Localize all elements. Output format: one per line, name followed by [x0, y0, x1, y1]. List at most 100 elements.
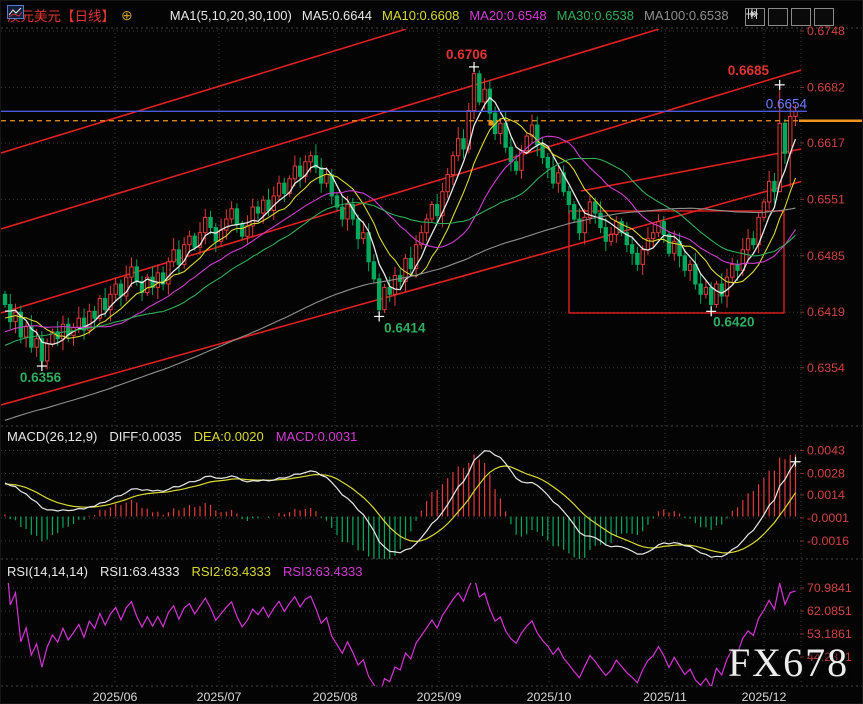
price-extreme-label: 0.6356 [20, 370, 62, 385]
price-axis-label: 0.6551 [807, 192, 845, 206]
candle-body [752, 239, 755, 245]
candle-body [683, 256, 686, 271]
candle-body [135, 267, 138, 282]
axis-compress-icon[interactable] [768, 8, 788, 26]
candle-body [425, 219, 428, 233]
candle-body [156, 273, 159, 288]
candle-body [688, 264, 691, 270]
price-extreme-label: 0.6706 [446, 47, 488, 62]
candle-body [103, 299, 106, 310]
candle-body [246, 226, 249, 236]
candle-body [267, 200, 270, 210]
ma-params-label: MA1(5,10,20,30,100) [170, 8, 292, 23]
grid-layer [1, 28, 863, 686]
candle-body [557, 173, 560, 183]
candle-body [509, 147, 512, 162]
candle-body [388, 287, 391, 294]
candle-body [567, 192, 570, 205]
candle-body [641, 250, 644, 265]
macd-dea-value: DEA:0.0020 [194, 429, 264, 444]
price-extreme-label: 0.6420 [713, 314, 754, 329]
candle-body [172, 250, 175, 262]
overlay-layer: 0.66540.63560.64140.64200.67060.66850.67… [1, 24, 863, 704]
rsi-axis-label: 62.0851 [807, 604, 852, 618]
candle-body [462, 139, 465, 149]
candle-body [383, 287, 386, 309]
chart-type-icon[interactable] [143, 8, 160, 22]
candle-body [372, 262, 375, 279]
candle-body [341, 207, 344, 219]
candle-body [604, 228, 607, 242]
ma100-value: MA100:0.6538 [644, 8, 729, 23]
macd-diff-value: DIFF:0.0035 [109, 429, 181, 444]
chart-header: 澳元美元【日线】 ⊕ MA1(5,10,20,30,100) MA5:0.664… [7, 5, 729, 25]
price-extreme-label: 0.6414 [384, 320, 426, 335]
candle-body [725, 277, 728, 296]
axis-expand-icon[interactable] [814, 8, 834, 26]
candle-body [630, 245, 633, 254]
ma-line-ma30 [5, 158, 796, 345]
rsi-title: RSI(14,14,14) [7, 564, 88, 579]
candle-body [14, 312, 17, 321]
candle-body [293, 166, 296, 179]
candle-body [130, 267, 133, 277]
circle-plus-icon[interactable]: ⊕ [121, 7, 133, 24]
candle-body [262, 200, 265, 213]
line-handle [489, 121, 494, 126]
ma-line-ma5 [5, 98, 796, 345]
rsi1-value: RSI1:63.4333 [100, 564, 180, 579]
candle-body [240, 224, 243, 236]
chart-canvas[interactable]: 0.66540.63560.64140.64200.67060.66850.67… [1, 1, 863, 704]
candle-body [114, 284, 117, 294]
ma10-value: MA10:0.6608 [382, 8, 459, 23]
candle-body [119, 284, 122, 296]
candle-body [377, 279, 380, 310]
candle-body [667, 234, 670, 253]
candle-body [472, 74, 475, 111]
candle-body [572, 205, 575, 220]
candle-body [325, 175, 328, 184]
candle-body [362, 233, 365, 239]
candle-body [77, 318, 80, 327]
candle-body [715, 284, 718, 305]
axis-play-icon[interactable] [791, 8, 811, 26]
candle-body [783, 123, 786, 153]
candle-body [435, 205, 438, 216]
candle-body [256, 207, 259, 213]
trading-chart-window: 0.66540.63560.64140.64200.67060.66850.67… [0, 0, 863, 704]
candle-body [251, 207, 254, 226]
candle-body [514, 162, 517, 171]
candle-body [367, 233, 370, 262]
candle-body [720, 284, 723, 296]
candle-body [3, 294, 6, 304]
candle-body [409, 258, 412, 268]
candle-body [636, 253, 639, 264]
candle-body [746, 239, 749, 250]
trendline [1, 29, 406, 153]
price-axis-label: 0.6354 [807, 361, 845, 375]
month-label: 2025/07 [197, 690, 242, 704]
candle-body [298, 166, 301, 176]
candle-body [541, 145, 544, 158]
macd-header: MACD(26,12,9) DIFF:0.0035 DEA:0.0020 MAC… [7, 429, 357, 444]
ma-line-ma10 [5, 118, 796, 338]
candle-body [451, 156, 454, 175]
ma20-value: MA20:0.6548 [469, 8, 546, 23]
candle-body [209, 217, 212, 227]
month-label: 2025/08 [313, 690, 358, 704]
candle-body [225, 219, 228, 230]
candle-body [789, 116, 792, 153]
candle-body [736, 264, 739, 270]
candle-body [277, 183, 280, 196]
macd-pane [5, 451, 796, 570]
candle-body [599, 213, 602, 228]
candle-body [177, 250, 180, 265]
candle-body [794, 111, 797, 116]
candle-body [272, 196, 275, 211]
ma5-value: MA5:0.6644 [302, 8, 372, 23]
candle-body [609, 234, 612, 241]
macd-axis-label: -0.0001 [807, 511, 849, 525]
month-label: 2025/11 [643, 690, 687, 704]
candle-body [193, 236, 196, 247]
price-extreme-label: 0.6685 [728, 63, 770, 78]
